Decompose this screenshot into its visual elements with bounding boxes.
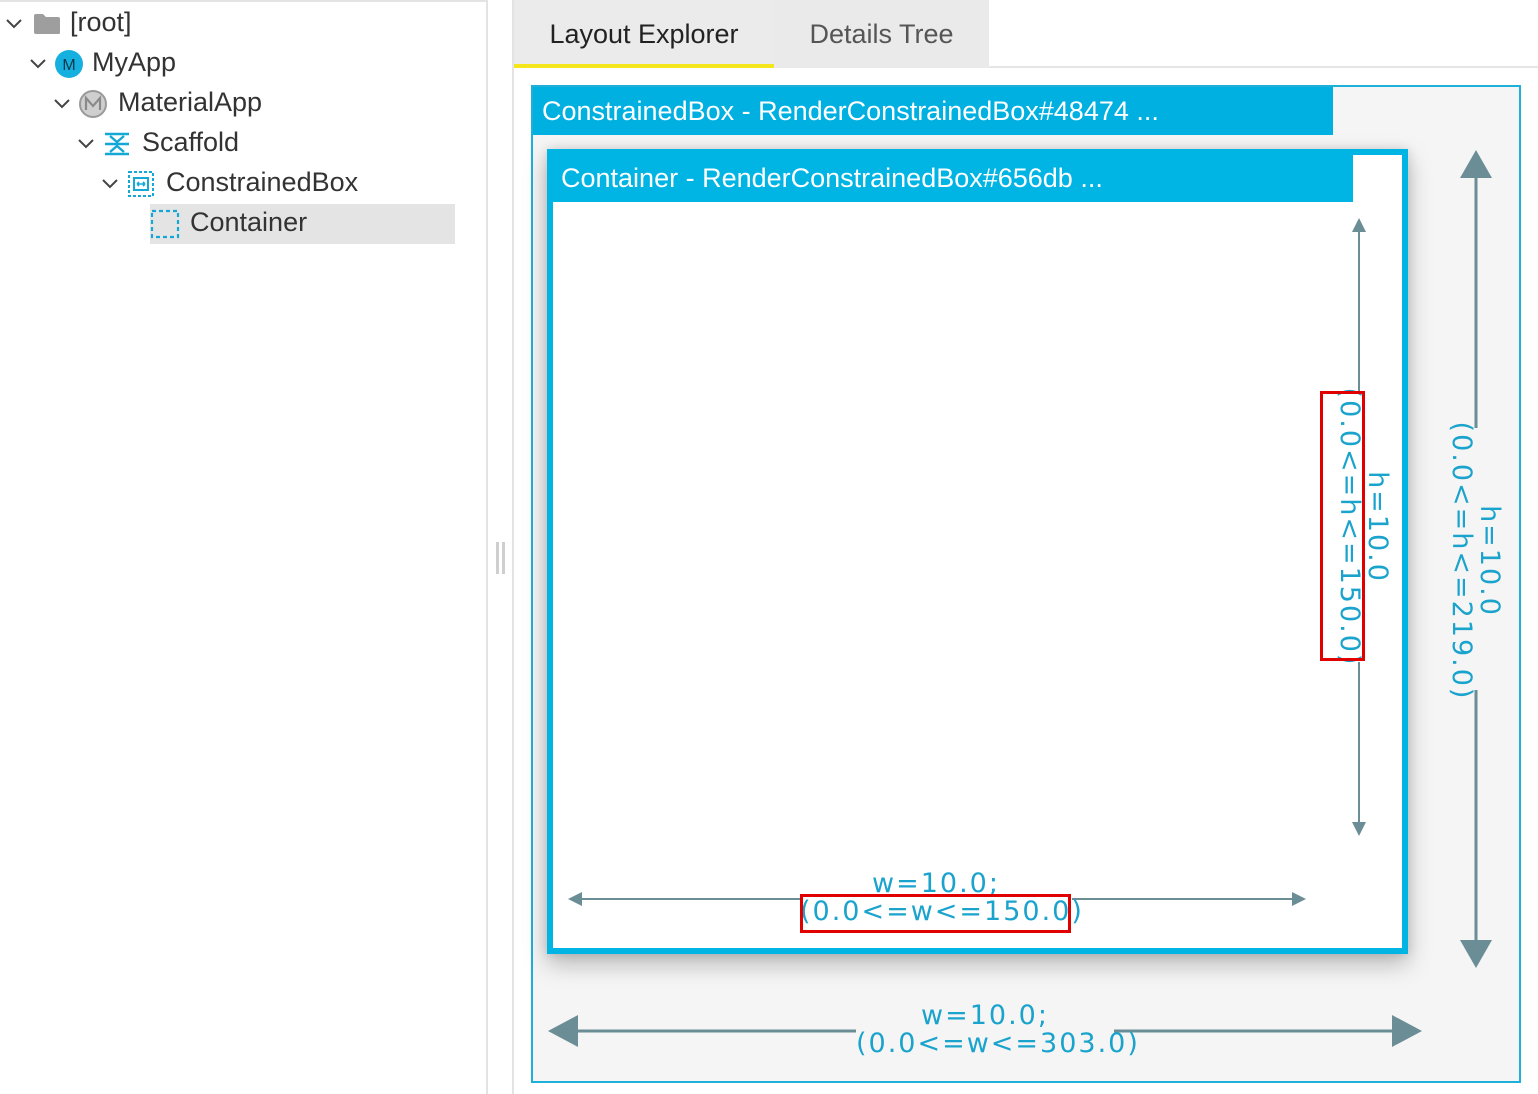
chevron-down-icon[interactable] (76, 134, 96, 154)
tree-item-label: MaterialApp (118, 87, 263, 117)
scaffold-icon (102, 129, 132, 159)
container-box-header[interactable]: Container - RenderConstrainedBox#656db .… (553, 155, 1353, 202)
outer-width-value: w=10.0; (921, 1000, 1049, 1031)
tree-item-scaffold[interactable]: Scaffold (0, 124, 300, 164)
widget-tree-panel: [root] M MyApp MaterialApp Scaffold Cons… (0, 0, 488, 1094)
tab-label: Details Tree (809, 18, 954, 49)
tree-item-myapp[interactable]: M MyApp (0, 44, 300, 84)
tree-item-materialapp[interactable]: MaterialApp (0, 84, 320, 124)
chevron-down-icon[interactable] (28, 54, 48, 74)
tab-label: Layout Explorer (549, 18, 739, 49)
outer-width-constraint: (0.0<=w<=303.0) (856, 1028, 1140, 1059)
tab-details-tree[interactable]: Details Tree (774, 0, 989, 68)
tree-item-label: Container (190, 207, 308, 237)
constrained-box-icon (126, 169, 156, 199)
outer-height-value: h=10.0 (1474, 505, 1505, 617)
panel-splitter-handle[interactable] (494, 542, 506, 574)
inner-height-value: h=10.0 (1362, 471, 1393, 583)
myapp-icon: M (54, 49, 84, 79)
outer-height-constraint: (0.0<=h<=219.0) (1446, 421, 1477, 701)
outer-width-label: w=10.0; (0.0<=w<=303.0) (856, 1000, 1140, 1059)
tree-item-label: [root] (70, 7, 132, 37)
chevron-down-icon[interactable] (4, 14, 24, 34)
container-box-view[interactable]: Container - RenderConstrainedBox#656db .… (547, 149, 1408, 954)
tab-layout-explorer[interactable]: Layout Explorer (514, 0, 774, 68)
tree-item-label: MyApp (92, 47, 177, 77)
tab-bar: Layout Explorer Details Tree (514, 0, 1538, 68)
constrained-box-header[interactable]: ConstrainedBox - RenderConstrainedBox#48… (533, 87, 1333, 135)
svg-text:M: M (62, 57, 75, 74)
tree-item-constrainedbox[interactable]: ConstrainedBox (0, 164, 380, 204)
tree-item-label: Scaffold (142, 127, 240, 157)
highlight-inner-width-constraint (800, 894, 1071, 933)
container-icon (150, 209, 180, 239)
tree-item-container[interactable]: Container (150, 204, 455, 244)
tree-item-root[interactable]: [root] (0, 4, 300, 44)
chevron-down-icon[interactable] (100, 174, 120, 194)
chevron-down-icon[interactable] (52, 94, 72, 114)
outer-height-label: h=10.0 (0.0<=h<=219.0) (1446, 406, 1505, 716)
folder-icon (32, 9, 62, 39)
material-app-icon (78, 89, 108, 119)
tree-item-label: ConstrainedBox (166, 167, 359, 197)
highlight-inner-height-constraint (1320, 391, 1365, 661)
